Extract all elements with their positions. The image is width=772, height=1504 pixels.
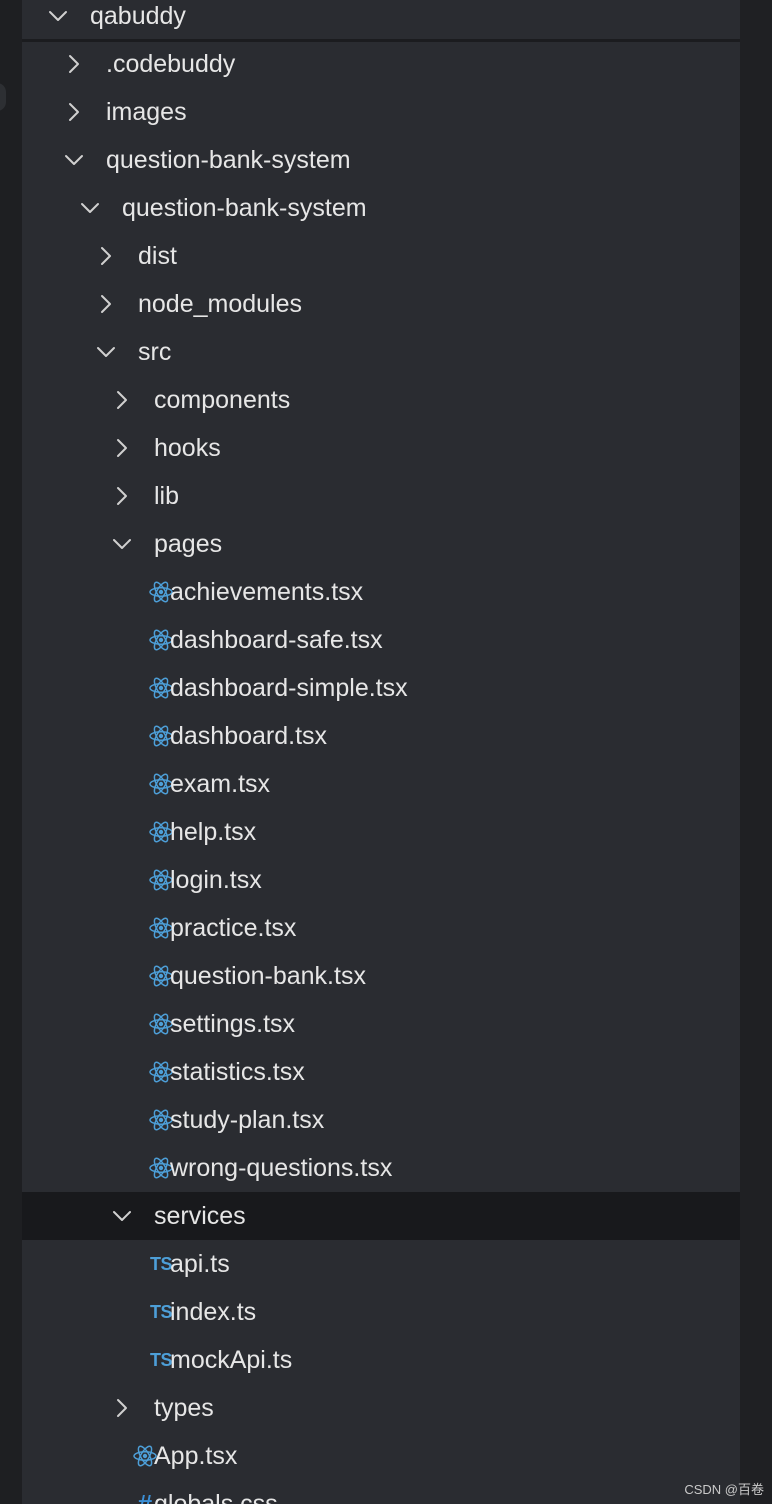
tree-item-label: hooks — [154, 434, 221, 462]
tree-item-label: question-bank-system — [122, 194, 367, 222]
tree-item-label: src — [138, 338, 172, 366]
tree-item-label: index.ts — [170, 1298, 257, 1326]
tree-file-api-ts[interactable]: TS api.ts — [22, 1240, 740, 1288]
tree-folder-pages[interactable]: pages — [22, 520, 740, 568]
tree-file-statistics-tsx[interactable]: statistics.tsx — [22, 1048, 740, 1096]
tree-file-index-ts[interactable]: TS index.ts — [22, 1288, 740, 1336]
tree-item-label: dashboard.tsx — [170, 722, 328, 750]
tree-folder-src[interactable]: src — [22, 328, 740, 376]
tree-folder-codebuddy[interactable]: .codebuddy — [22, 40, 740, 88]
tree-folder-question-bank-system[interactable]: question-bank-system — [22, 184, 740, 232]
chevron-right-icon[interactable] — [92, 232, 120, 280]
tree-file-wrong-questions-tsx[interactable]: wrong-questions.tsx — [22, 1144, 740, 1192]
tree-file-globals-css[interactable]: # globals.css — [22, 1480, 740, 1504]
chevron-down-icon[interactable] — [60, 136, 88, 184]
tree-item-label: study-plan.tsx — [170, 1106, 325, 1134]
tree-item-label: .codebuddy — [106, 50, 236, 78]
chevron-down-icon[interactable] — [108, 520, 136, 568]
tree-folder-types[interactable]: types — [22, 1384, 740, 1432]
tree-file-login-tsx[interactable]: login.tsx — [22, 856, 740, 904]
tree-item-label: node_modules — [138, 290, 303, 318]
tree-folder-question-bank-system[interactable]: question-bank-system — [22, 136, 740, 184]
tree-item-label: login.tsx — [170, 866, 262, 894]
tree-item-label: services — [154, 1202, 246, 1230]
tree-file-help-tsx[interactable]: help.tsx — [22, 808, 740, 856]
tree-file-practice-tsx[interactable]: practice.tsx — [22, 904, 740, 952]
chevron-right-icon[interactable] — [92, 280, 120, 328]
tree-item-label: api.ts — [170, 1250, 230, 1278]
tree-item-label: App.tsx — [154, 1442, 238, 1470]
tree-folder-components[interactable]: components — [22, 376, 740, 424]
tree-file-dashboard-simple-tsx[interactable]: dashboard-simple.tsx — [22, 664, 740, 712]
tree-file-app-tsx[interactable]: App.tsx — [22, 1432, 740, 1480]
scrollbar-track[interactable] — [740, 0, 772, 1504]
tree-item-label: practice.tsx — [170, 914, 297, 942]
tree-item-label: achievements.tsx — [170, 578, 364, 606]
tree-item-label: exam.tsx — [170, 770, 271, 798]
css-hash-icon-text: # — [137, 1488, 153, 1504]
tree-file-dashboard-safe-tsx[interactable]: dashboard-safe.tsx — [22, 616, 740, 664]
typescript-icon-text: TS — [149, 1349, 173, 1370]
tree-folder-services[interactable]: services — [22, 1192, 740, 1240]
file-explorer-screen: qabuddy .codebuddy images question-bank-sys… — [0, 0, 772, 1504]
tree-item-label: images — [106, 98, 187, 126]
chevron-down-icon[interactable] — [44, 0, 72, 40]
tree-item-label: question-bank-system — [106, 146, 351, 174]
watermark: CSDN @百卷 — [684, 1482, 764, 1497]
tree-item-label: help.tsx — [170, 818, 257, 846]
tree-item-label: statistics.tsx — [170, 1058, 305, 1086]
tree-item-label: globals.css — [154, 1490, 278, 1504]
tree-file-exam-tsx[interactable]: exam.tsx — [22, 760, 740, 808]
tree-folder-lib[interactable]: lib — [22, 472, 740, 520]
tree-item-label: dist — [138, 242, 177, 270]
tree-item-label: types — [154, 1394, 214, 1422]
tree-file-dashboard-tsx[interactable]: dashboard.tsx — [22, 712, 740, 760]
chevron-down-icon[interactable] — [76, 184, 104, 232]
tree-folder-dist[interactable]: dist — [22, 232, 740, 280]
left-gutter — [0, 0, 22, 1504]
typescript-icon-text: TS — [149, 1253, 173, 1274]
tree-file-mockapi-ts[interactable]: TS mockApi.ts — [22, 1336, 740, 1384]
tree-folder-hooks[interactable]: hooks — [22, 424, 740, 472]
tree-folder-qabuddy[interactable]: qabuddy — [22, 0, 740, 40]
sidebar-resize-handle[interactable] — [0, 83, 6, 111]
chevron-right-icon[interactable] — [108, 424, 136, 472]
tree-item-label: dashboard-safe.tsx — [170, 626, 383, 654]
tree-file-settings-tsx[interactable]: settings.tsx — [22, 1000, 740, 1048]
tree-file-question-bank-tsx[interactable]: question-bank.tsx — [22, 952, 740, 1000]
tree-item-label: question-bank.tsx — [170, 962, 366, 990]
chevron-right-icon[interactable] — [108, 1384, 136, 1432]
chevron-right-icon[interactable] — [60, 40, 88, 88]
tree-item-label: wrong-questions.tsx — [170, 1154, 393, 1182]
tree-item-label: qabuddy — [90, 2, 186, 30]
chevron-right-icon[interactable] — [60, 88, 88, 136]
tree-item-label: components — [154, 386, 291, 414]
tree-item-label: lib — [154, 482, 180, 510]
chevron-right-icon[interactable] — [108, 376, 136, 424]
tree-file-study-plan-tsx[interactable]: study-plan.tsx — [22, 1096, 740, 1144]
chevron-down-icon[interactable] — [92, 328, 120, 376]
chevron-down-icon[interactable] — [108, 1192, 136, 1240]
tree-item-label: pages — [154, 530, 223, 558]
tree-folder-node-modules[interactable]: node_modules — [22, 280, 740, 328]
tree-file-achievements-tsx[interactable]: achievements.tsx — [22, 568, 740, 616]
tree-item-label: mockApi.ts — [170, 1346, 293, 1374]
tree-folder-images[interactable]: images — [22, 88, 740, 136]
chevron-right-icon[interactable] — [108, 472, 136, 520]
typescript-icon-text: TS — [149, 1301, 173, 1322]
tree-item-label: settings.tsx — [170, 1010, 296, 1038]
tree-item-label: dashboard-simple.tsx — [170, 674, 408, 702]
